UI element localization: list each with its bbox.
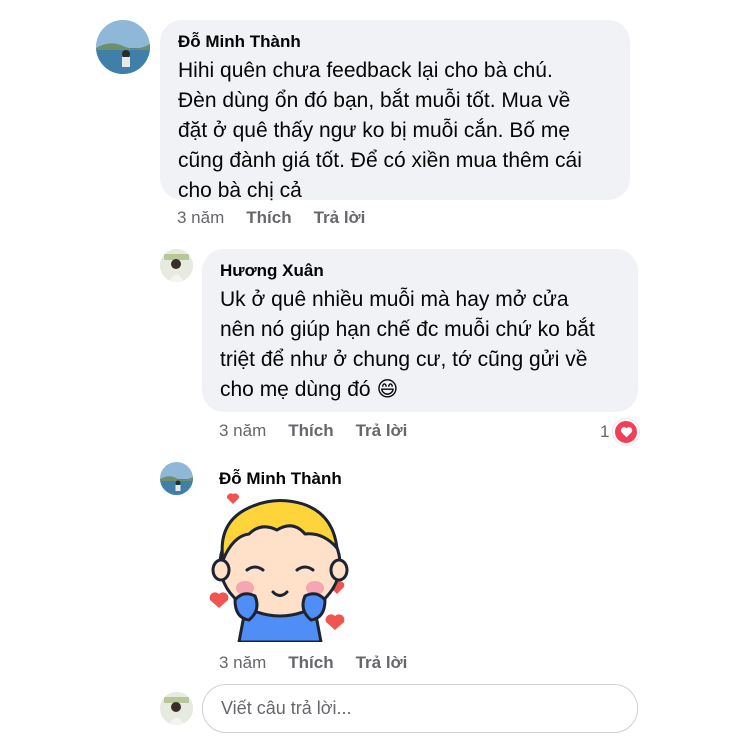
comment-text-body: Uk ở quê nhiều muỗi mà hay mở cửa nên nó… — [220, 288, 595, 401]
avatar-photo-icon — [160, 692, 193, 725]
comment-bubble: Đỗ Minh Thành Hihi quên chưa feedback lạ… — [160, 20, 630, 202]
like-button[interactable]: Thích — [288, 421, 333, 441]
comment-actions: 3 năm Thích Trả lời — [219, 653, 407, 673]
like-button[interactable]: Thích — [246, 208, 291, 228]
comment-text: Uk ở quê nhiều muỗi mà hay mở cửa nên nó… — [220, 285, 620, 405]
reaction-summary[interactable]: 1 — [600, 419, 640, 445]
comment-actions: 3 năm Thích Trả lời — [219, 421, 407, 441]
avatar[interactable] — [96, 20, 150, 74]
grinning-emoji-icon: 😄 — [376, 378, 399, 401]
reply-button[interactable]: Trả lời — [356, 653, 408, 673]
comment-actions: 3 năm Thích Trả lời — [177, 208, 365, 228]
avatar-photo-icon — [96, 20, 150, 74]
comment-author[interactable]: Hương Xuân — [220, 261, 620, 281]
comment-time[interactable]: 3 năm — [177, 208, 224, 228]
reply-button[interactable]: Trả lời — [356, 421, 408, 441]
reply-button[interactable]: Trả lời — [314, 208, 366, 228]
comment-time[interactable]: 3 năm — [219, 421, 266, 441]
avatar[interactable] — [160, 462, 193, 495]
avatar-photo-icon — [160, 249, 193, 282]
current-user-avatar[interactable] — [160, 692, 193, 725]
comment-bubble: Hương Xuân Uk ở quê nhiều muỗi mà hay mở… — [202, 249, 638, 412]
boy-sticker-with-hearts — [205, 492, 355, 644]
avatar-photo-icon — [160, 462, 193, 495]
avatar[interactable] — [160, 249, 193, 282]
comment-author[interactable]: Đỗ Minh Thành — [219, 469, 342, 489]
heart-icon — [613, 419, 640, 445]
reaction-count: 1 — [600, 422, 610, 441]
reply-input[interactable]: Viết câu trả lời... — [202, 684, 638, 733]
reply-input-placeholder: Viết câu trả lời... — [221, 698, 352, 718]
like-button[interactable]: Thích — [288, 653, 333, 673]
comment-time[interactable]: 3 năm — [219, 653, 266, 673]
comment-text: Hihi quên chưa feedback lại cho bà chú. … — [178, 59, 582, 202]
comment-author[interactable]: Đỗ Minh Thành — [178, 32, 612, 52]
